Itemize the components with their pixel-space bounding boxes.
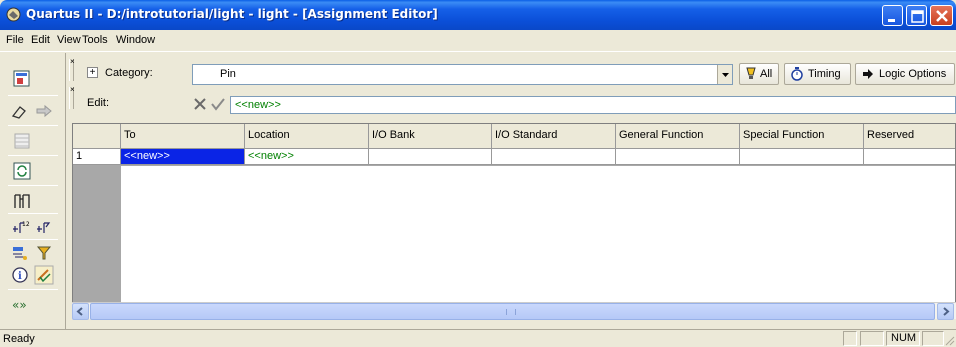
logic-options-button[interactable]: Logic Options (855, 63, 955, 85)
edit-label: Edit: (87, 97, 110, 109)
grid-cell-io-standard[interactable] (492, 149, 616, 165)
toolbar-separator (8, 155, 58, 156)
toolbar-separator (8, 95, 58, 96)
grid-view-icon[interactable] (12, 131, 32, 151)
node-finder-icon[interactable]: 12 (10, 217, 30, 237)
column-header-general-function[interactable]: General Function (616, 124, 740, 149)
category-expand-icon[interactable]: + (87, 67, 98, 78)
bulb-icon (746, 67, 756, 79)
category-combo[interactable]: Pin (192, 64, 733, 85)
pin-planner-icon[interactable] (12, 191, 32, 211)
cancel-edit-button[interactable] (192, 96, 208, 112)
checkmark-icon (211, 98, 225, 111)
maximize-icon (911, 10, 924, 23)
column-header-location[interactable]: Location (245, 124, 369, 149)
chevron-down-icon (722, 73, 729, 77)
window-title: Quartus II - D:/introtutorial/light - li… (26, 7, 438, 21)
accept-edit-button[interactable] (210, 96, 226, 112)
x-icon (194, 98, 206, 110)
left-toolbar: 12 i «» (0, 53, 66, 329)
menu-view[interactable]: View (57, 34, 81, 46)
status-pane (922, 331, 944, 346)
assignment-grid: To Location I/O Bank I/O Standard Genera… (72, 123, 956, 319)
column-header-io-standard[interactable]: I/O Standard (492, 124, 616, 149)
assignment-editor-icon[interactable] (12, 69, 32, 89)
node-filter-icon[interactable] (34, 217, 54, 237)
eraser-icon[interactable] (10, 101, 30, 121)
num-lock-indicator: NUM (886, 331, 920, 346)
scroll-thumb-grip (506, 309, 516, 315)
column-header-to[interactable]: To (121, 124, 245, 149)
chevron-right-icon (943, 307, 950, 316)
minimize-icon (888, 19, 895, 22)
timing-button[interactable]: Timing (784, 63, 851, 85)
scroll-right-button[interactable] (937, 303, 954, 320)
horizontal-scrollbar[interactable] (72, 302, 956, 320)
grid-cell-reserved[interactable] (864, 149, 955, 165)
svg-text:«»: «» (12, 298, 27, 312)
svg-text:12: 12 (22, 221, 30, 228)
toolbar-separator (8, 289, 58, 290)
grid-cell-location[interactable]: <<new>> (245, 149, 369, 165)
edit-input[interactable]: <<new>> (230, 96, 956, 114)
close-button[interactable] (930, 5, 953, 26)
toolbar-separator (8, 125, 58, 126)
menu-file[interactable]: File (6, 34, 24, 46)
expand-chevrons-icon[interactable]: «» (10, 295, 30, 315)
menu-tools[interactable]: Tools (82, 34, 108, 46)
grid-cell-special-function[interactable] (740, 149, 864, 165)
info-icon[interactable]: i (10, 265, 30, 285)
arrow-pointer-icon (863, 69, 873, 79)
all-button[interactable]: All (739, 63, 779, 85)
show-assignments-icon[interactable] (10, 243, 30, 263)
timing-label: Timing (808, 68, 841, 80)
grid-cell-to[interactable]: <<new>> (121, 149, 245, 165)
resize-grip-icon[interactable] (944, 335, 955, 346)
stopwatch-icon (791, 67, 803, 81)
logic-options-label: Logic Options (879, 68, 947, 80)
chevron-left-icon (76, 307, 83, 316)
grid-cell-io-bank[interactable] (369, 149, 492, 165)
row-header[interactable]: 1 (73, 149, 121, 165)
column-header-io-bank[interactable]: I/O Bank (369, 124, 492, 149)
grid-cell-general-function[interactable] (616, 149, 740, 165)
maximize-button[interactable] (906, 5, 927, 26)
menu-window[interactable]: Window (116, 34, 155, 46)
status-pane (843, 331, 857, 346)
close-icon (936, 10, 948, 22)
status-bar: Ready NUM (0, 329, 956, 347)
close-toolbar-icon[interactable]: × (70, 86, 75, 94)
title-bar[interactable]: Quartus II - D:/introtutorial/light - li… (0, 0, 956, 30)
edit-check-icon[interactable] (34, 265, 54, 285)
assignment-editor-pane: × + Category: Pin All Timing Logic Optio… (67, 55, 956, 329)
scroll-left-button[interactable] (72, 303, 89, 320)
menu-bar: File Edit View Tools Window (0, 30, 956, 52)
quartus-app-icon (6, 7, 21, 22)
status-text: Ready (3, 333, 35, 345)
scroll-thumb[interactable] (90, 303, 935, 320)
category-dropdown-button[interactable] (717, 65, 732, 84)
grid-empty-area[interactable] (121, 166, 955, 302)
toolbar-separator (8, 185, 58, 186)
column-header-reserved[interactable]: Reserved (864, 124, 955, 149)
category-label: Category: (105, 67, 153, 79)
all-label: All (760, 68, 773, 80)
menu-edit[interactable]: Edit (31, 34, 50, 46)
refresh-icon[interactable] (12, 161, 32, 181)
toolbar-separator (8, 213, 58, 214)
arrow-right-icon[interactable] (34, 101, 54, 121)
status-pane (860, 331, 884, 346)
grid-corner[interactable] (73, 124, 121, 149)
category-value: Pin (220, 68, 236, 80)
column-header-special-function[interactable]: Special Function (740, 124, 864, 149)
svg-text:i: i (18, 271, 22, 282)
toolbar-separator (8, 239, 58, 240)
filter-funnel-icon[interactable] (34, 243, 54, 263)
close-toolbar-icon[interactable]: × (70, 58, 75, 66)
minimize-button[interactable] (882, 5, 903, 26)
